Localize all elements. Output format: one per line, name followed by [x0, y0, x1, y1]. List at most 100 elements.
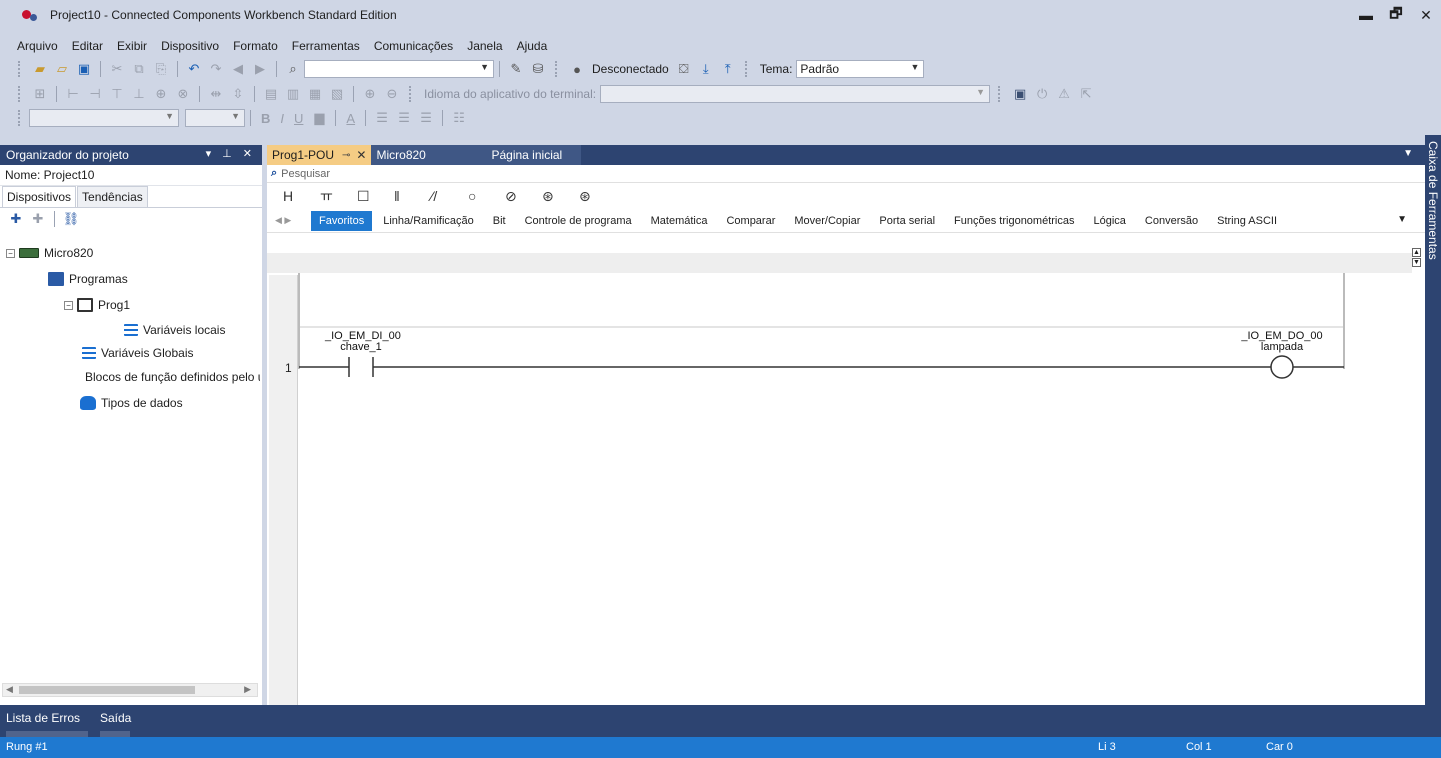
scroll-right-icon[interactable]: ▶: [244, 684, 251, 695]
tab-tendencias[interactable]: Tendências: [77, 186, 148, 207]
align-text-right-icon[interactable]: ☰: [415, 108, 437, 128]
align-text-left-icon[interactable]: ☰: [371, 108, 393, 128]
category-funcoes-trigonometricas[interactable]: Funções trigonométricas: [946, 211, 1082, 231]
controller-icon[interactable]: ⛋: [673, 59, 695, 79]
category-matematica[interactable]: Matemática: [643, 211, 716, 231]
category-conversao[interactable]: Conversão: [1137, 211, 1206, 231]
find-combo[interactable]: ▼: [304, 60, 494, 78]
menu-comunicacoes[interactable]: Comunicações: [367, 39, 460, 53]
tree-node-variaveis-globais[interactable]: Variáveis Globais: [82, 344, 193, 362]
close-tab-icon[interactable]: ✕: [356, 148, 366, 162]
hierarchy-icon[interactable]: ⛓: [60, 209, 82, 229]
tree-node-programas[interactable]: Programas: [48, 270, 128, 288]
rung-element-icon[interactable]: H: [283, 188, 320, 204]
copy-icon[interactable]: ⧉: [128, 59, 150, 79]
tree-node-tipos-de-dados[interactable]: Tipos de dados: [80, 394, 183, 412]
tab-list-dropdown-icon[interactable]: ▼: [1403, 148, 1413, 159]
size-1-icon[interactable]: ▤: [260, 84, 282, 104]
size-4-icon[interactable]: ▧: [326, 84, 348, 104]
collapse-icon[interactable]: −: [6, 248, 15, 258]
align-right-icon[interactable]: ⊣: [84, 84, 106, 104]
block-element-icon[interactable]: ☐: [357, 188, 394, 205]
power-icon[interactable]: ⏻: [1031, 84, 1053, 104]
tab-micro820[interactable]: Micro820: [371, 145, 472, 165]
category-nav-icon[interactable]: ◀ ▶: [267, 215, 311, 226]
find-icon[interactable]: ⌕: [282, 59, 304, 79]
cut-icon[interactable]: ✂: [106, 59, 128, 79]
spacing-h-icon[interactable]: ⇹: [205, 84, 227, 104]
center-icon[interactable]: ⊕: [150, 84, 172, 104]
search-box[interactable]: ⌕ Pesquisar: [267, 165, 1425, 183]
menu-exibir[interactable]: Exibir: [110, 39, 154, 53]
size-3-icon[interactable]: ▦: [304, 84, 326, 104]
download-icon[interactable]: ⛁: [527, 59, 549, 79]
menu-editar[interactable]: Editar: [65, 39, 110, 53]
tree-node-variaveis-locais[interactable]: Variáveis locais: [124, 321, 225, 339]
paste-icon[interactable]: ⎘: [150, 59, 172, 79]
tab-pagina-inicial[interactable]: Página inicial: [471, 145, 582, 165]
highlight-icon[interactable]: ▆: [308, 108, 330, 128]
align-top-icon[interactable]: ⊤: [106, 84, 128, 104]
undo-icon[interactable]: ↶: [183, 59, 205, 79]
font-size-select[interactable]: ▼: [185, 109, 245, 127]
reverse-contact-icon[interactable]: ⁄/: [431, 188, 468, 204]
direct-coil-icon[interactable]: ○: [468, 188, 505, 204]
new-project-icon[interactable]: ▰: [29, 59, 51, 79]
distribute-icon[interactable]: ⊗: [172, 84, 194, 104]
tab-prog1-pou[interactable]: Prog1-POU ⊸ ✕: [267, 145, 372, 165]
forward-icon[interactable]: ▶: [249, 59, 271, 79]
font-family-select[interactable]: ▼: [29, 109, 179, 127]
align-bottom-icon[interactable]: ⊥: [128, 84, 150, 104]
toolbox-side-tab[interactable]: Caixa de Ferramentas: [1425, 135, 1441, 705]
menu-formato[interactable]: Formato: [226, 39, 285, 53]
warning-icon[interactable]: ⚠: [1053, 84, 1075, 104]
category-string-ascii[interactable]: String ASCII: [1209, 211, 1285, 231]
close-window-button[interactable]: ✕: [1411, 7, 1441, 24]
font-color-button[interactable]: A: [346, 111, 355, 126]
grid-icon[interactable]: ⊞: [29, 84, 51, 104]
horizontal-scrollbar[interactable]: ◀ ▶: [2, 683, 258, 697]
underline-button[interactable]: U: [294, 111, 303, 126]
open-project-icon[interactable]: ▱: [51, 59, 73, 79]
category-mover-copiar[interactable]: Mover/Copiar: [786, 211, 868, 231]
scrollbar-thumb[interactable]: [19, 686, 195, 694]
theme-select[interactable]: Padrão ▼: [796, 60, 925, 78]
category-logica[interactable]: Lógica: [1086, 211, 1134, 231]
expand-down-icon[interactable]: ▼: [1412, 258, 1421, 267]
redo-icon[interactable]: ↷: [205, 59, 227, 79]
restore-button[interactable]: 🗗: [1381, 3, 1411, 27]
upload-arrow-icon[interactable]: ⤒: [717, 59, 739, 79]
deploy-icon[interactable]: ⇱: [1075, 84, 1097, 104]
add-device-icon[interactable]: ✚: [5, 209, 27, 229]
tab-saida[interactable]: Saída: [100, 711, 131, 725]
align-text-center-icon[interactable]: ☰: [393, 108, 415, 128]
tab-dispositivos[interactable]: Dispositivos: [2, 186, 77, 207]
category-porta-serial[interactable]: Porta serial: [871, 211, 943, 231]
zoom-out-icon[interactable]: ⊖: [381, 84, 403, 104]
category-comparar[interactable]: Comparar: [718, 211, 783, 231]
bold-button[interactable]: B: [261, 111, 270, 126]
italic-button[interactable]: I: [280, 111, 284, 126]
category-bit[interactable]: Bit: [485, 211, 514, 231]
monitor-icon[interactable]: ▣: [1009, 84, 1031, 104]
collapse-up-icon[interactable]: ▲: [1412, 248, 1421, 257]
terminal-language-select[interactable]: ▼: [600, 85, 991, 103]
pin-icon[interactable]: ⊸: [342, 150, 350, 161]
menu-ajuda[interactable]: Ajuda: [510, 39, 555, 53]
category-favoritos[interactable]: Favoritos: [311, 210, 373, 231]
tree-node-prog1[interactable]: − Prog1: [64, 296, 130, 314]
set-coil-icon[interactable]: ⊛: [542, 188, 579, 205]
reverse-coil-icon[interactable]: ⊘: [505, 188, 542, 205]
menu-ferramentas[interactable]: Ferramentas: [285, 39, 367, 53]
spacing-v-icon[interactable]: ⇳: [227, 84, 249, 104]
tree-node-micro820[interactable]: − Micro820: [6, 244, 93, 262]
connection-status[interactable]: Desconectado: [592, 62, 669, 76]
download-arrow-icon[interactable]: ⤓: [695, 59, 717, 79]
back-icon[interactable]: ◀: [227, 59, 249, 79]
toolbar-grip[interactable]: [18, 61, 23, 77]
tree-node-blocos[interactable]: Blocos de função definidos pelo usuário: [80, 368, 260, 386]
align-left-icon[interactable]: ⊢: [62, 84, 84, 104]
save-icon[interactable]: ▣: [73, 59, 95, 79]
bullet-list-icon[interactable]: ☷: [448, 108, 470, 128]
menu-arquivo[interactable]: Arquivo: [10, 39, 65, 53]
